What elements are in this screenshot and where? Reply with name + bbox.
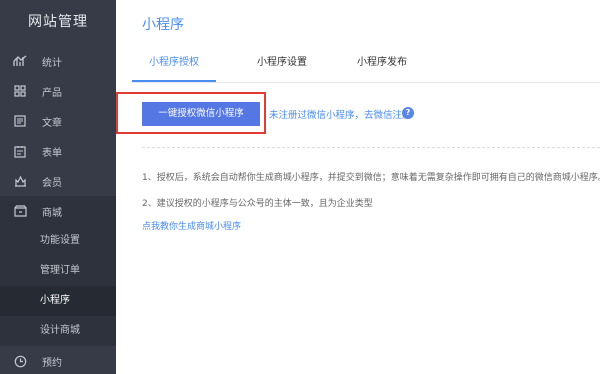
sidebar-subitem-function-settings[interactable]: 功能设置 <box>0 226 116 256</box>
tab-mini-program-publish[interactable]: 小程序发布 <box>342 52 422 82</box>
sidebar-item-forms[interactable]: 表单 <box>0 136 116 166</box>
article-icon <box>12 113 28 129</box>
sidebar: 网站管理 统计 产品 文章 表单 会员 商城 功能设置 管理订单 小程序 设计商… <box>0 0 116 374</box>
dashed-divider <box>142 147 600 148</box>
main-content: 小程序 小程序授权 小程序设置 小程序发布 一键授权微信小程序 未注册过微信小程… <box>116 0 600 374</box>
clock-icon <box>12 353 28 369</box>
tab-divider <box>132 82 600 83</box>
sidebar-title: 网站管理 <box>28 14 88 30</box>
sidebar-item-label: 文章 <box>42 117 62 129</box>
tab-mini-program-settings[interactable]: 小程序设置 <box>242 52 322 82</box>
tab-mini-program-auth[interactable]: 小程序授权 <box>132 52 216 82</box>
sidebar-item-products[interactable]: 产品 <box>0 76 116 106</box>
form-icon <box>12 143 28 159</box>
sidebar-item-label: 统计 <box>42 57 62 69</box>
note-2: 2、建议授权的小程序与公众号的主体一致，且为企业类型 <box>142 199 373 209</box>
guide-link[interactable]: 点我教你生成商城小程序 <box>142 219 241 232</box>
wechat-register-link[interactable]: 未注册过微信小程序，去微信注册 <box>269 107 412 121</box>
member-icon <box>12 173 28 189</box>
stats-icon <box>12 53 28 69</box>
sidebar-item-members[interactable]: 会员 <box>0 166 116 196</box>
grid-icon <box>12 83 28 99</box>
sidebar-item-articles[interactable]: 文章 <box>0 106 116 136</box>
sidebar-item-label: 会员 <box>42 177 62 189</box>
sidebar-subitem-mini-program[interactable]: 小程序 <box>0 286 116 316</box>
sidebar-item-stats[interactable]: 统计 <box>0 46 116 76</box>
note-1: 1、授权后，系统会自动帮你生成商城小程序，并提交到微信；意味着无需复杂操作即可拥… <box>142 173 600 183</box>
sidebar-item-label: 表单 <box>42 147 62 159</box>
authorize-wechat-mini-program-button[interactable]: 一键授权微信小程序 <box>142 102 260 126</box>
shop-icon <box>12 203 28 219</box>
sidebar-item-label: 商城 <box>42 207 62 219</box>
sidebar-subitem-design-shop[interactable]: 设计商城 <box>0 316 116 346</box>
sidebar-item-label: 产品 <box>42 87 62 99</box>
help-icon[interactable]: ? <box>402 107 414 119</box>
sidebar-subitem-manage-orders[interactable]: 管理订单 <box>0 256 116 286</box>
sidebar-item-label: 预约 <box>42 357 62 369</box>
sidebar-item-shop[interactable]: 商城 <box>0 196 116 226</box>
page-title: 小程序 <box>142 17 184 33</box>
sidebar-item-appointments[interactable]: 预约 <box>0 346 116 374</box>
